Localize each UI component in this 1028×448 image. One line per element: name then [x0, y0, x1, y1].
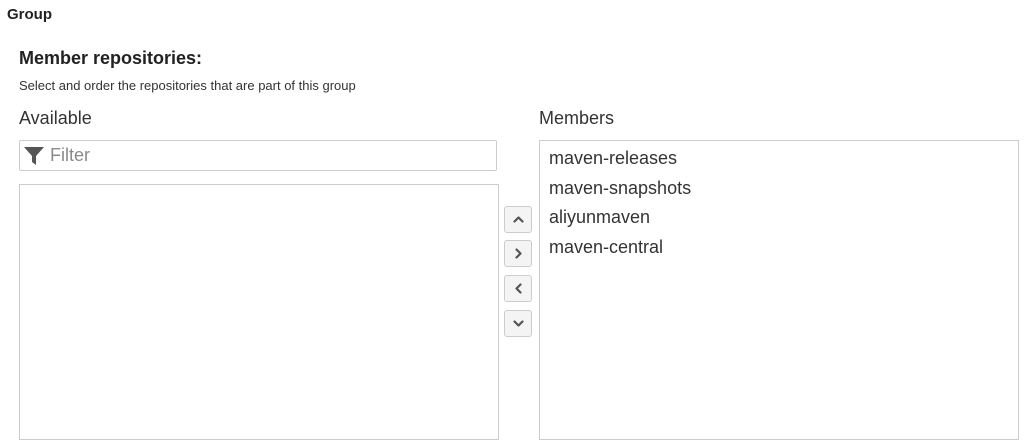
filter-icon — [24, 147, 44, 165]
available-column-label: Available — [19, 108, 92, 128]
member-repositories-help: Select and order the repositories that a… — [19, 78, 356, 93]
add-to-members-button[interactable] — [504, 240, 532, 267]
chevron-left-icon — [515, 283, 522, 294]
member-item[interactable]: maven-snapshots — [540, 174, 1018, 204]
members-list-items: maven-releases maven-snapshots aliyunmav… — [540, 141, 1018, 262]
move-down-button[interactable] — [504, 310, 532, 337]
filter-input[interactable] — [50, 141, 490, 170]
remove-from-members-button[interactable] — [504, 275, 532, 302]
member-item[interactable]: maven-releases — [540, 144, 1018, 174]
chevron-down-icon — [513, 320, 524, 327]
move-up-button[interactable] — [504, 206, 532, 233]
member-item[interactable]: aliyunmaven — [540, 203, 1018, 233]
chevron-right-icon — [515, 248, 522, 259]
available-list[interactable] — [19, 184, 499, 440]
member-repositories-label: Member repositories: — [19, 48, 203, 68]
members-column-label: Members — [539, 108, 615, 128]
members-list[interactable]: maven-releases maven-snapshots aliyunmav… — [539, 140, 1019, 440]
member-item[interactable]: maven-central — [540, 233, 1018, 263]
section-title: Group — [7, 6, 52, 23]
chevron-up-icon — [513, 216, 524, 223]
filter-box[interactable] — [19, 140, 497, 171]
